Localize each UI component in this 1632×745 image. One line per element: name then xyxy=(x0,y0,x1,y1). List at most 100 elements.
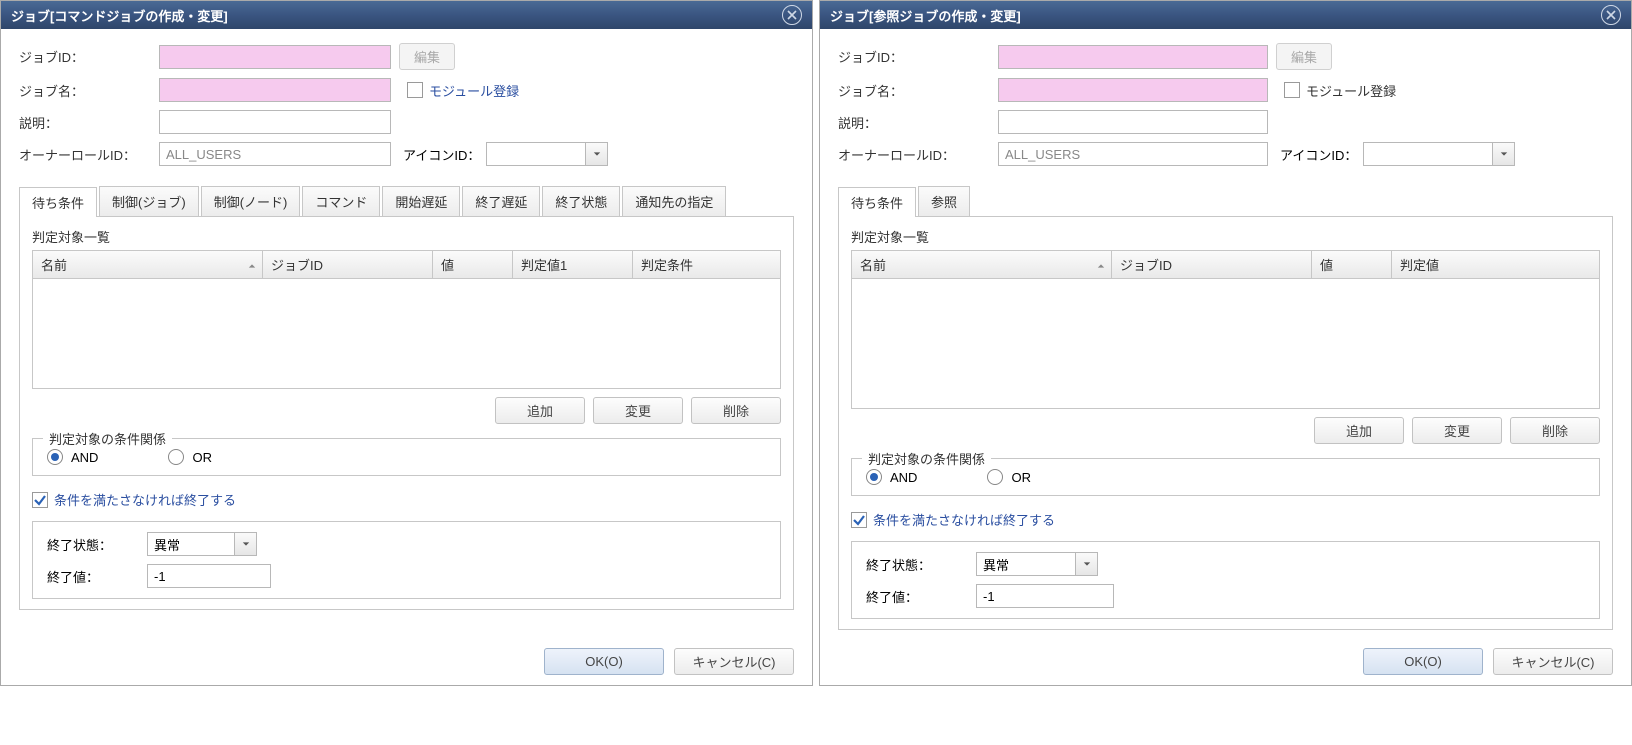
sort-asc-icon xyxy=(1097,258,1105,273)
end-state-value[interactable] xyxy=(147,532,235,556)
icon-id-combo[interactable] xyxy=(1363,142,1515,166)
criteria-table: 名前 ジョブID 値 判定値 xyxy=(851,250,1600,409)
radio-and[interactable] xyxy=(47,449,63,465)
table-title: 判定対象一覧 xyxy=(851,227,1600,246)
radio-and-label: AND xyxy=(890,470,917,485)
col-job-id[interactable]: ジョブID xyxy=(1112,251,1312,278)
table-title: 判定対象一覧 xyxy=(32,227,781,246)
icon-id-input[interactable] xyxy=(1363,142,1493,166)
col-judge-cond[interactable]: 判定条件 xyxy=(633,251,780,278)
tab-ctrl-node[interactable]: 制御(ノード) xyxy=(201,186,301,216)
end-state-label: 終了状態： xyxy=(47,535,147,554)
label-owner-role: オーナーロールID： xyxy=(838,145,998,164)
end-if-unmet-checkbox[interactable] xyxy=(851,512,867,528)
tab-wait-cond[interactable]: 待ち条件 xyxy=(19,187,97,217)
add-button[interactable]: 追加 xyxy=(1314,417,1404,444)
dialog-reference-job: ジョブ[参照ジョブの作成・変更] ジョブID： 編集 ジョブ名： モジュール登録… xyxy=(819,0,1632,686)
desc-input[interactable] xyxy=(998,110,1268,134)
radio-or[interactable] xyxy=(987,469,1003,485)
label-job-name: ジョブ名： xyxy=(19,81,159,100)
close-icon[interactable] xyxy=(1601,5,1621,25)
close-icon[interactable] xyxy=(782,5,802,25)
job-id-input[interactable] xyxy=(998,45,1268,69)
col-value[interactable]: 値 xyxy=(1312,251,1392,278)
radio-and-label: AND xyxy=(71,450,98,465)
condition-relation-group: 判定対象の条件関係 AND OR xyxy=(32,438,781,476)
ok-button[interactable]: OK(O) xyxy=(1363,648,1483,675)
col-name[interactable]: 名前 xyxy=(33,251,263,278)
table-body[interactable] xyxy=(33,278,780,388)
job-name-input[interactable] xyxy=(159,78,391,102)
chevron-down-icon[interactable] xyxy=(1493,142,1515,166)
tab-notify[interactable]: 通知先の指定 xyxy=(622,186,726,216)
radio-and[interactable] xyxy=(866,469,882,485)
job-name-input[interactable] xyxy=(998,78,1268,102)
tab-wait-cond[interactable]: 待ち条件 xyxy=(838,187,916,217)
add-button[interactable]: 追加 xyxy=(495,397,585,424)
sort-asc-icon xyxy=(248,258,256,273)
end-value-input[interactable] xyxy=(147,564,271,588)
col-value[interactable]: 値 xyxy=(433,251,513,278)
label-icon-id: アイコンID： xyxy=(403,145,480,164)
table-body[interactable] xyxy=(852,278,1599,408)
dialog-title: ジョブ[コマンドジョブの作成・変更] xyxy=(11,6,228,25)
label-job-id: ジョブID： xyxy=(838,47,998,66)
col-judge1[interactable]: 判定値1 xyxy=(513,251,633,278)
chevron-down-icon[interactable] xyxy=(586,142,608,166)
dialog-command-job: ジョブ[コマンドジョブの作成・変更] ジョブID： 編集 ジョブ名： モジュール… xyxy=(0,0,813,686)
edit-button[interactable]: 編集 xyxy=(399,43,455,70)
job-id-input[interactable] xyxy=(159,45,391,69)
titlebar: ジョブ[参照ジョブの作成・変更] xyxy=(820,1,1631,29)
end-settings: 終了状態： 終了値： xyxy=(32,521,781,599)
chevron-down-icon[interactable] xyxy=(1076,552,1098,576)
desc-input[interactable] xyxy=(159,110,391,134)
end-state-combo[interactable] xyxy=(976,552,1098,576)
label-desc: 説明： xyxy=(838,113,998,132)
col-name[interactable]: 名前 xyxy=(852,251,1112,278)
tab-reference[interactable]: 参照 xyxy=(918,186,970,216)
end-if-unmet-checkbox[interactable] xyxy=(32,492,48,508)
end-state-value[interactable] xyxy=(976,552,1076,576)
label-job-id: ジョブID： xyxy=(19,47,159,66)
icon-id-input[interactable] xyxy=(486,142,586,166)
tab-ctrl-job[interactable]: 制御(ジョブ) xyxy=(99,186,199,216)
criteria-table: 名前 ジョブID 値 判定値1 判定条件 xyxy=(32,250,781,389)
tab-command[interactable]: コマンド xyxy=(302,186,380,216)
dialog-title: ジョブ[参照ジョブの作成・変更] xyxy=(830,6,1021,25)
radio-or-label: OR xyxy=(1011,470,1031,485)
tab-start-delay[interactable]: 開始遅延 xyxy=(382,186,460,216)
ok-button[interactable]: OK(O) xyxy=(544,648,664,675)
end-if-unmet-label: 条件を満たさなければ終了する xyxy=(873,510,1055,529)
end-value-label: 終了値： xyxy=(47,567,147,586)
change-button[interactable]: 変更 xyxy=(1412,417,1502,444)
icon-id-combo[interactable] xyxy=(486,142,608,166)
cancel-button[interactable]: キャンセル(C) xyxy=(674,648,794,675)
radio-or[interactable] xyxy=(168,449,184,465)
end-state-label: 終了状態： xyxy=(866,555,976,574)
col-job-id[interactable]: ジョブID xyxy=(263,251,433,278)
module-reg-label: モジュール登録 xyxy=(1306,81,1396,100)
group-legend: 判定対象の条件関係 xyxy=(862,449,991,468)
delete-button[interactable]: 削除 xyxy=(1510,417,1600,444)
end-settings: 終了状態： 終了値： xyxy=(851,541,1600,619)
end-if-unmet-label: 条件を満たさなければ終了する xyxy=(54,490,236,509)
cancel-button[interactable]: キャンセル(C) xyxy=(1493,648,1613,675)
delete-button[interactable]: 削除 xyxy=(691,397,781,424)
chevron-down-icon[interactable] xyxy=(235,532,257,556)
module-reg-checkbox[interactable] xyxy=(1284,82,1300,98)
owner-role-input[interactable] xyxy=(159,142,391,166)
end-value-label: 終了値： xyxy=(866,587,976,606)
edit-button[interactable]: 編集 xyxy=(1276,43,1332,70)
radio-or-label: OR xyxy=(192,450,212,465)
group-legend: 判定対象の条件関係 xyxy=(43,429,172,448)
end-state-combo[interactable] xyxy=(147,532,257,556)
owner-role-input[interactable] xyxy=(998,142,1268,166)
titlebar: ジョブ[コマンドジョブの作成・変更] xyxy=(1,1,812,29)
module-reg-checkbox[interactable] xyxy=(407,82,423,98)
end-value-input[interactable] xyxy=(976,584,1114,608)
tab-end-delay[interactable]: 終了遅延 xyxy=(462,186,540,216)
tab-end-state[interactable]: 終了状態 xyxy=(542,186,620,216)
change-button[interactable]: 変更 xyxy=(593,397,683,424)
col-judge[interactable]: 判定値 xyxy=(1392,251,1599,278)
label-owner-role: オーナーロールID： xyxy=(19,145,159,164)
